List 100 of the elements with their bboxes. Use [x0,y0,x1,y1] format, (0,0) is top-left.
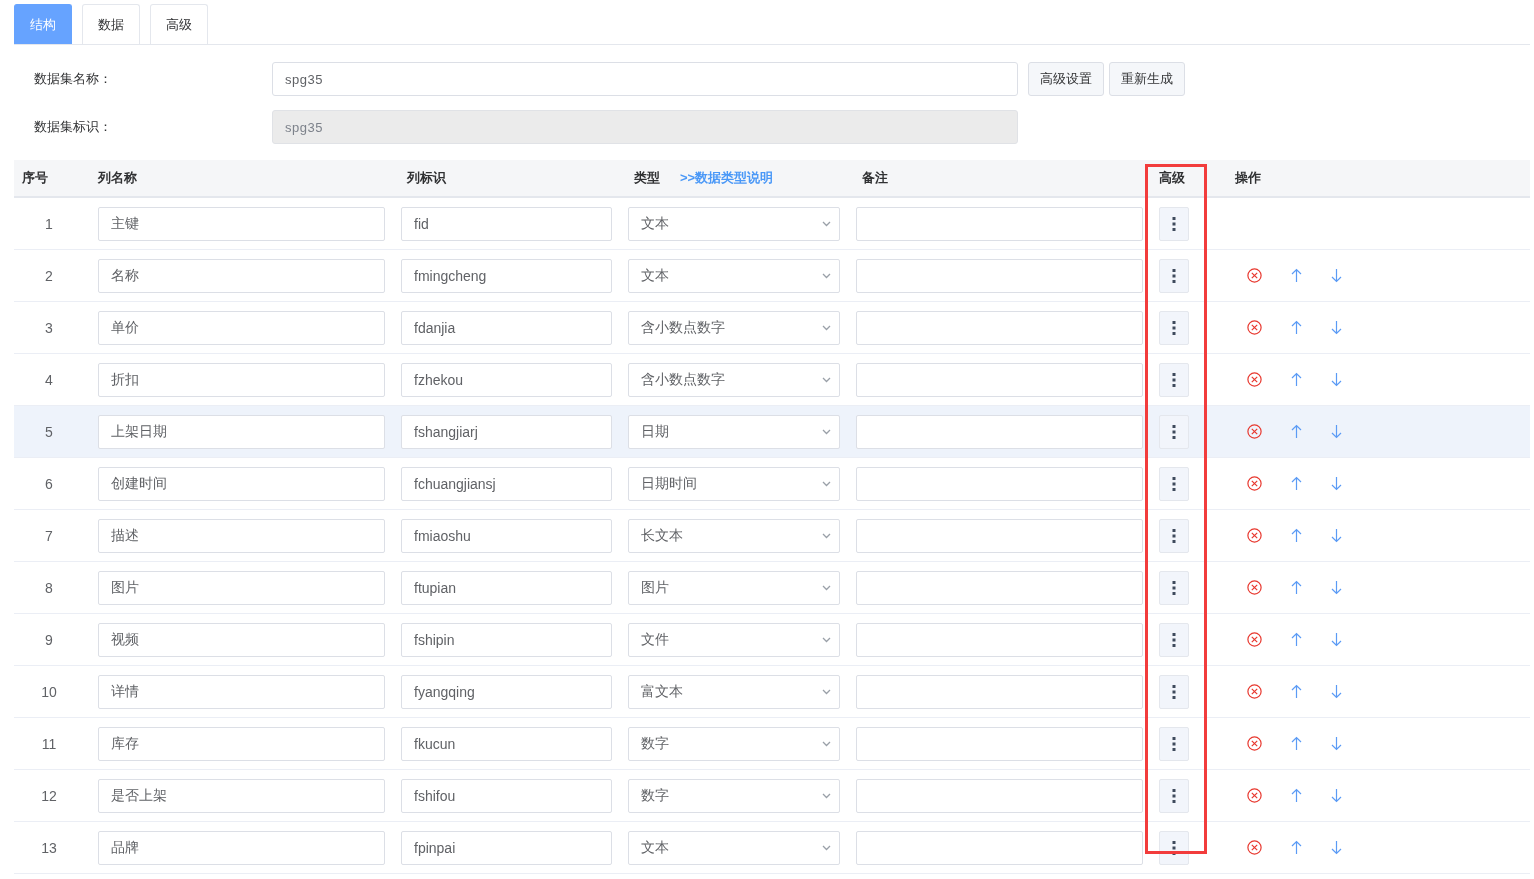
arrow-up-icon[interactable] [1291,372,1302,387]
type-select[interactable]: 含小数点数字 [628,310,840,345]
remark-field[interactable] [856,726,1143,761]
type-select[interactable]: 数字 [628,726,840,761]
remove-circle-icon[interactable] [1247,528,1262,543]
remark-field[interactable] [856,362,1143,397]
arrow-up-icon[interactable] [1291,788,1302,803]
arrow-down-icon[interactable] [1331,372,1342,387]
type-select[interactable]: 富文本 [628,674,840,709]
arrow-down-icon[interactable] [1331,632,1342,647]
remark-field[interactable] [856,830,1143,865]
remark-field[interactable] [856,258,1143,293]
arrow-up-icon[interactable] [1291,684,1302,699]
arrow-up-icon[interactable] [1291,476,1302,491]
tab[interactable]: 高级 [150,4,208,44]
remove-circle-icon[interactable] [1247,372,1262,387]
remove-circle-icon[interactable] [1247,736,1262,751]
remark-field[interactable] [856,466,1143,501]
more-button[interactable] [1159,518,1189,553]
remove-circle-icon[interactable] [1247,580,1262,595]
column-name-field[interactable]: 库存 [98,726,385,761]
more-button[interactable] [1159,622,1189,657]
column-name-field[interactable]: 品牌 [98,830,385,865]
remove-circle-icon[interactable] [1247,788,1262,803]
arrow-up-icon[interactable] [1291,528,1302,543]
more-button[interactable] [1159,726,1189,761]
more-button[interactable] [1159,778,1189,813]
remove-circle-icon[interactable] [1247,320,1262,335]
more-button[interactable] [1159,674,1189,709]
column-name-field[interactable]: 折扣 [98,362,385,397]
input-field[interactable]: spg35 [272,62,1018,96]
arrow-down-icon[interactable] [1331,684,1342,699]
more-button[interactable] [1159,258,1189,293]
type-select[interactable]: 文件 [628,622,840,657]
arrow-down-icon[interactable] [1331,528,1342,543]
arrow-up-icon[interactable] [1291,840,1302,855]
column-name-field[interactable]: 详情 [98,674,385,709]
column-name-field[interactable]: 图片 [98,570,385,605]
remove-circle-icon[interactable] [1247,424,1262,439]
type-select[interactable]: 图片 [628,570,840,605]
remove-circle-icon[interactable] [1247,632,1262,647]
arrow-down-icon[interactable] [1331,788,1342,803]
arrow-up-icon[interactable] [1291,580,1302,595]
arrow-down-icon[interactable] [1331,580,1342,595]
column-key-field[interactable]: fzhekou [401,362,612,397]
column-name-field[interactable]: 视频 [98,622,385,657]
tab[interactable]: 数据 [82,4,140,44]
more-button[interactable] [1159,466,1189,501]
arrow-down-icon[interactable] [1331,476,1342,491]
remark-field[interactable] [856,206,1143,241]
action-button[interactable]: 高级设置 [1028,62,1104,96]
column-name-field[interactable]: 主键 [98,206,385,241]
column-name-field[interactable]: 单价 [98,310,385,345]
type-select[interactable]: 日期 [628,414,840,449]
remove-circle-icon[interactable] [1247,684,1262,699]
arrow-down-icon[interactable] [1331,320,1342,335]
remark-field[interactable] [856,518,1143,553]
column-key-field[interactable]: fyangqing [401,674,612,709]
column-name-field[interactable]: 名称 [98,258,385,293]
remark-field[interactable] [856,310,1143,345]
arrow-up-icon[interactable] [1291,632,1302,647]
arrow-up-icon[interactable] [1291,736,1302,751]
type-select[interactable]: 含小数点数字 [628,362,840,397]
column-key-field[interactable]: fmingcheng [401,258,612,293]
arrow-down-icon[interactable] [1331,840,1342,855]
column-key-field[interactable]: fshipin [401,622,612,657]
type-select[interactable]: 文本 [628,206,840,241]
column-key-field[interactable]: fkucun [401,726,612,761]
remark-field[interactable] [856,414,1143,449]
remark-field[interactable] [856,570,1143,605]
type-select[interactable]: 文本 [628,830,840,865]
remove-circle-icon[interactable] [1247,476,1262,491]
remark-field[interactable] [856,674,1143,709]
column-name-field[interactable]: 上架日期 [98,414,385,449]
more-button[interactable] [1159,414,1189,449]
column-key-field[interactable]: fshifou [401,778,612,813]
type-select[interactable]: 日期时间 [628,466,840,501]
more-button[interactable] [1159,570,1189,605]
arrow-up-icon[interactable] [1291,268,1302,283]
more-button[interactable] [1159,310,1189,345]
arrow-down-icon[interactable] [1331,424,1342,439]
type-select[interactable]: 长文本 [628,518,840,553]
column-key-field[interactable]: fdanjia [401,310,612,345]
remark-field[interactable] [856,622,1143,657]
column-key-field[interactable]: fshangjiarj [401,414,612,449]
column-name-field[interactable]: 创建时间 [98,466,385,501]
more-button[interactable] [1159,362,1189,397]
column-key-field[interactable]: fchuangjiansj [401,466,612,501]
remark-field[interactable] [856,778,1143,813]
arrow-up-icon[interactable] [1291,320,1302,335]
remove-circle-icon[interactable] [1247,268,1262,283]
type-select[interactable]: 数字 [628,778,840,813]
remove-circle-icon[interactable] [1247,840,1262,855]
more-button[interactable] [1159,206,1189,241]
type-select[interactable]: 文本 [628,258,840,293]
column-key-field[interactable]: ftupian [401,570,612,605]
arrow-down-icon[interactable] [1331,268,1342,283]
column-name-field[interactable]: 描述 [98,518,385,553]
arrow-down-icon[interactable] [1331,736,1342,751]
column-name-field[interactable]: 是否上架 [98,778,385,813]
